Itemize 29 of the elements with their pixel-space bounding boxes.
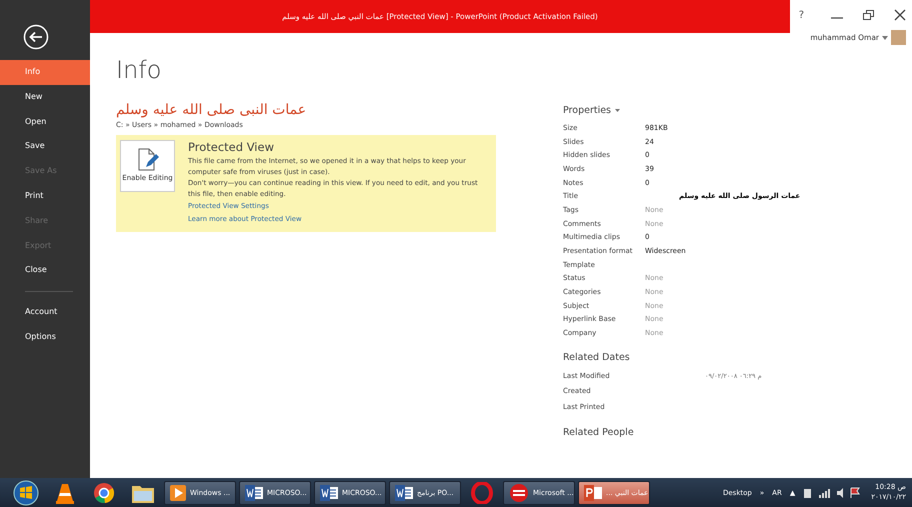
opera-icon[interactable] [471,482,493,504]
document-pencil-icon [136,148,158,172]
sidebar-item[interactable]: Close [0,258,90,284]
chrome-icon[interactable] [93,482,115,504]
play-icon [170,484,186,500]
word-icon [395,484,413,500]
page-heading: Info [116,56,162,86]
sidebar-item[interactable]: Print [0,184,90,209]
help-button[interactable]: ? [798,10,804,20]
sidebar-item[interactable]: Account [0,300,90,325]
caret-icon[interactable] [882,36,888,40]
traffic-cone-icon[interactable] [55,482,75,504]
document-title: عمات النبى صلى الله عليه وسلم [116,102,306,118]
properties-dropdown[interactable]: Properties [563,105,612,116]
word-icon [245,484,263,500]
start-orb-icon[interactable] [13,480,39,506]
close-icon[interactable] [894,9,906,21]
sidebar-item[interactable]: Save [0,134,90,160]
powerpoint-icon [584,484,602,500]
section-heading: Related Dates [563,352,630,363]
sidebar-item[interactable]: New [0,84,90,110]
ring-logo-icon [509,482,529,502]
protected-view-title: Protected View [188,140,275,154]
section-heading: Related People [563,426,634,438]
word-icon [320,484,338,500]
sidebar-item[interactable]: Options [0,324,90,350]
caret-icon[interactable] [615,109,620,112]
sidebar-item[interactable]: Open [0,110,90,134]
restore-icon[interactable] [862,9,876,21]
